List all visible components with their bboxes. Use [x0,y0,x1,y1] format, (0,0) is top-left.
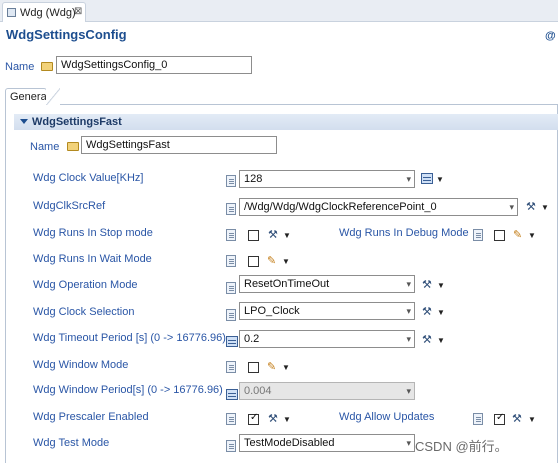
window-period-label: Wdg Window Period[s] (0 -> 16776.96) [33,384,223,396]
runs-debug-checkbox[interactable] [494,230,505,241]
runs-wait-label: Wdg Runs In Wait Mode [33,253,152,265]
dropdown-arrow-icon[interactable]: ▼ [437,336,445,345]
test-mode-label: Wdg Test Mode [33,437,110,449]
wrench-icon[interactable]: ⚒ [422,278,432,291]
field-type-icon [226,309,236,321]
operation-mode-combo[interactable]: ResetOnTimeOut ▾ [239,275,415,293]
clock-selection-text: LPO_Clock [244,305,300,317]
module-icon [7,8,16,17]
wrench-icon[interactable]: ⚒ [422,305,432,318]
name-input[interactable]: WdgSettingsConfig_0 [56,56,252,74]
chevron-down-icon: ▾ [509,202,514,212]
timeout-period-combo[interactable]: 0.2 ▾ [239,330,415,348]
section-title: WdgSettingsFast [32,116,122,128]
field-type-icon [226,440,236,452]
clock-value-combo[interactable]: 128 ▾ [239,170,415,188]
runs-stop-checkbox[interactable] [248,230,259,241]
watermark: CSDN @前行。 [415,439,508,454]
chevron-down-icon: ▾ [406,306,411,316]
field-type-icon [226,361,236,373]
dropdown-arrow-icon[interactable]: ▼ [283,231,291,240]
chevron-down-icon: ▾ [406,174,411,184]
editor-tab-label: Wdg (Wdg) [20,7,76,19]
clk-src-ref-label: WdgClkSrcRef [33,200,106,212]
runs-stop-label: Wdg Runs In Stop mode [33,227,153,239]
field-type-icon [473,413,483,425]
clock-value-label: Wdg Clock Value[KHz] [33,172,144,184]
test-mode-combo[interactable]: TestModeDisabled ▾ [239,434,415,452]
collapse-triangle-icon[interactable] [20,119,28,124]
dropdown-arrow-icon[interactable]: ▼ [282,257,290,266]
timeout-period-label: Wdg Timeout Period [s] (0 -> 16776.96) [33,332,226,344]
wrench-icon[interactable]: ⚒ [268,228,278,241]
folder-icon [41,62,53,71]
clock-value-text: 128 [244,173,263,185]
runs-wait-checkbox[interactable] [248,256,259,267]
pencil-icon[interactable]: ✎ [267,254,276,267]
chevron-down-icon: ▾ [406,386,411,396]
timeout-period-text: 0.2 [244,333,260,345]
clk-src-ref-text: /Wdg/Wdg/WdgClockReferencePoint_0 [244,201,437,213]
clk-src-ref-combo[interactable]: /Wdg/Wdg/WdgClockReferencePoint_0 ▾ [239,198,518,216]
chevron-down-icon: ▾ [406,438,411,448]
wrench-icon[interactable]: ⚒ [268,412,278,425]
name-label: Name [5,61,35,73]
field-type-icon [226,282,236,294]
help-icon[interactable]: @ [545,30,556,42]
dropdown-arrow-icon[interactable]: ▼ [436,175,444,184]
window-mode-label: Wdg Window Mode [33,359,129,371]
section-name-input[interactable]: WdgSettingsFast [81,136,277,154]
field-type-icon [226,229,236,241]
operation-mode-text: ResetOnTimeOut [244,278,330,290]
field-type-icon [226,255,236,267]
dropdown-arrow-icon[interactable]: ▼ [541,203,549,212]
dropdown-arrow-icon[interactable]: ▼ [282,363,290,372]
prescaler-label: Wdg Prescaler Enabled [33,411,149,423]
field-type-icon [226,175,236,187]
chevron-down-icon: ▾ [406,334,411,344]
dropdown-arrow-icon[interactable]: ▼ [437,281,445,290]
field-type-icon [473,229,483,241]
editor-tab-wdg[interactable]: Wdg (Wdg) ⊠ [2,2,86,22]
page-title: WdgSettingsConfig [6,27,127,42]
dropdown-arrow-icon[interactable]: ▼ [283,415,291,424]
window-mode-checkbox[interactable] [248,362,259,373]
tab-general[interactable]: General [5,88,50,105]
dropdown-arrow-icon[interactable]: ▼ [528,231,536,240]
prescaler-checkbox[interactable] [248,412,259,425]
clock-selection-label: Wdg Clock Selection [33,306,135,318]
dropdown-arrow-icon[interactable]: ▼ [437,308,445,317]
wrench-icon[interactable]: ⚒ [422,333,432,346]
tab-general-label: General [10,91,50,103]
window-period-combo: 0.004 ▾ [239,382,415,400]
calculator-icon[interactable] [421,173,433,184]
operation-mode-label: Wdg Operation Mode [33,279,138,291]
test-mode-text: TestModeDisabled [244,437,335,449]
calculator-icon [226,336,238,347]
allow-updates-checkbox[interactable] [494,412,505,425]
runs-debug-label: Wdg Runs In Debug Mode [339,227,469,239]
calculator-icon [226,389,238,400]
folder-icon [67,142,79,151]
allow-updates-label: Wdg Allow Updates [339,411,435,423]
reference-icon [226,203,236,215]
close-icon[interactable]: ⊠ [74,6,82,17]
section-header-wdgsettingsfast[interactable]: WdgSettingsFast [14,114,558,130]
pencil-icon[interactable]: ✎ [267,360,276,373]
chevron-down-icon: ▾ [406,279,411,289]
clock-selection-combo[interactable]: LPO_Clock ▾ [239,302,415,320]
field-type-icon [226,413,236,425]
section-name-label: Name [30,141,60,153]
window-period-text: 0.004 [244,385,272,397]
wrench-icon[interactable]: ⚒ [512,412,522,425]
dropdown-arrow-icon[interactable]: ▼ [528,415,536,424]
wrench-icon[interactable]: ⚒ [526,200,536,213]
pencil-icon[interactable]: ✎ [513,228,522,241]
tab-general-edge [46,88,60,105]
